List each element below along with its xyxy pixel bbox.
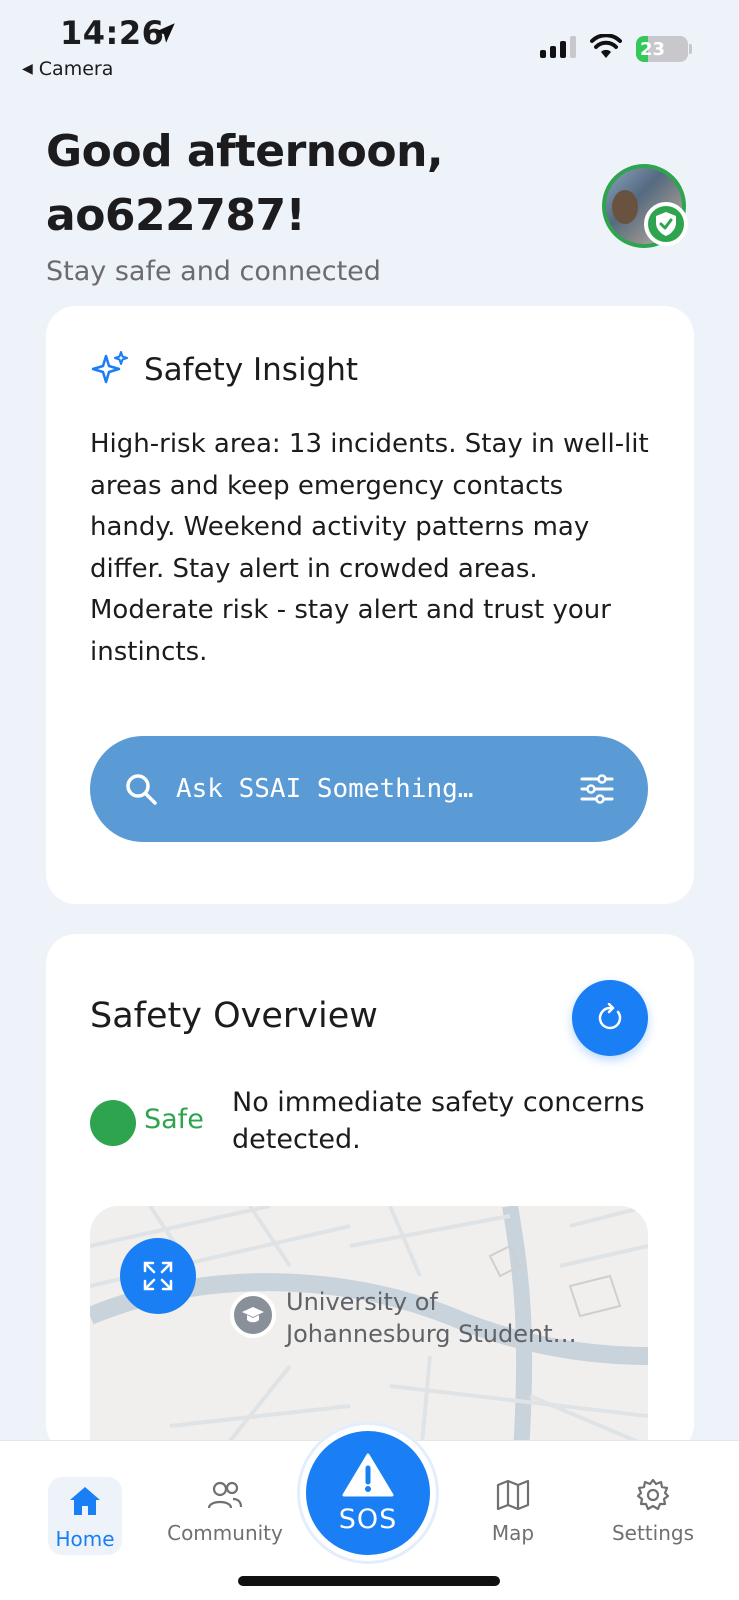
safe-status-dot xyxy=(90,1100,136,1146)
map-poi-line-1: University of xyxy=(286,1288,438,1316)
tab-community[interactable]: Community xyxy=(165,1475,285,1545)
expand-icon xyxy=(143,1261,173,1291)
home-indicator xyxy=(238,1576,500,1586)
wifi-icon xyxy=(590,34,622,58)
back-label: Camera xyxy=(38,58,114,80)
map-poi-label: University of Johannesburg Student… xyxy=(286,1286,626,1350)
overview-title: Safety Overview xyxy=(90,996,378,1036)
avatar-photo xyxy=(612,190,638,224)
tab-settings-label: Settings xyxy=(611,1521,695,1545)
greeting-heading: Good afternoon, ao622787! xyxy=(46,120,444,248)
safe-status-label: Safe xyxy=(144,1104,204,1135)
back-to-camera-link[interactable]: ◀ Camera xyxy=(22,58,113,80)
status-bar: 14:26 ◀ Camera 23 xyxy=(0,0,739,90)
filter-sliders-icon[interactable] xyxy=(580,774,614,804)
greeting-subtitle: Stay safe and connected xyxy=(46,256,381,287)
map-poi-line-2: Johannesburg Student… xyxy=(286,1320,577,1348)
battery-nub xyxy=(689,44,692,54)
map-poi-pin[interactable] xyxy=(230,1292,276,1338)
expand-map-button[interactable] xyxy=(120,1238,196,1314)
battery-percent: 23 xyxy=(640,38,666,60)
profile-avatar[interactable] xyxy=(602,164,688,248)
back-triangle-icon: ◀ xyxy=(22,61,33,77)
map-icon xyxy=(496,1479,530,1511)
community-users-icon xyxy=(207,1481,243,1509)
greeting-line-2: ao622787! xyxy=(46,190,306,241)
sos-button[interactable]: SOS xyxy=(300,1425,436,1561)
tab-map-label: Map xyxy=(491,1521,535,1545)
refresh-button[interactable] xyxy=(572,980,648,1056)
sos-label: SOS xyxy=(338,1503,398,1535)
safety-overview-card: Safety Overview Safe No immediate safety… xyxy=(46,934,694,1466)
sparkles-icon xyxy=(91,351,128,384)
warning-triangle-icon xyxy=(342,1453,394,1496)
tab-home-label: Home xyxy=(55,1527,115,1551)
safety-status-description: No immediate safety concerns detected. xyxy=(232,1087,645,1155)
safety-insight-card: Safety Insight High-risk area: 13 incide… xyxy=(46,306,694,904)
home-icon xyxy=(70,1487,100,1515)
battery-icon: 23 xyxy=(636,36,688,62)
ask-ssai-placeholder: Ask SSAI Something… xyxy=(176,774,474,804)
cellular-signal-icon xyxy=(540,36,576,58)
gear-icon xyxy=(636,1478,670,1511)
insight-body: High-risk area: 13 incidents. Stay in we… xyxy=(90,429,649,667)
insight-title: Safety Insight xyxy=(144,352,359,388)
location-arrow-icon xyxy=(155,23,175,43)
search-icon xyxy=(126,774,157,805)
refresh-icon xyxy=(598,1003,622,1030)
shield-check-icon xyxy=(644,202,688,246)
tab-community-label: Community xyxy=(167,1521,283,1545)
greeting-line-1: Good afternoon, xyxy=(46,126,444,177)
graduation-cap-icon xyxy=(242,1307,264,1323)
tab-home[interactable]: Home xyxy=(48,1477,122,1555)
status-time: 14:26 xyxy=(60,14,165,52)
ask-ssai-search-bar[interactable]: Ask SSAI Something… xyxy=(90,736,648,842)
tab-map[interactable]: Map xyxy=(453,1475,573,1545)
insight-header: Safety Insight xyxy=(90,350,358,390)
tab-settings[interactable]: Settings xyxy=(593,1475,713,1545)
